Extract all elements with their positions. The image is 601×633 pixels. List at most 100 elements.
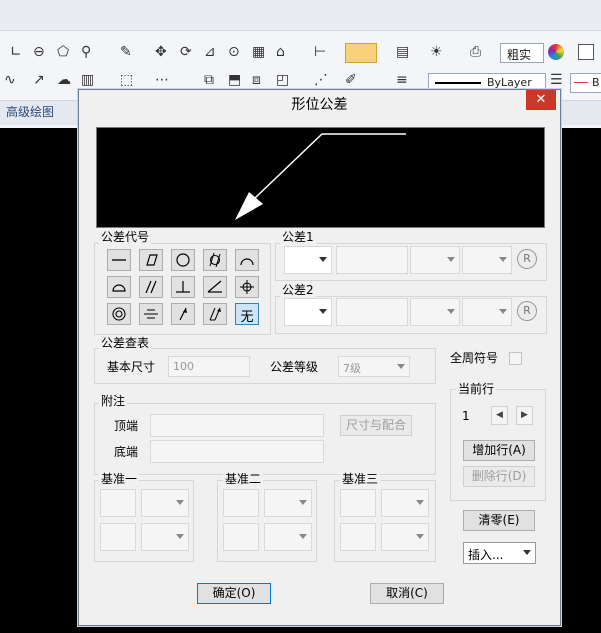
tol1-extra-select[interactable] [462,246,512,274]
total-runout-symbol-button[interactable] [203,303,227,325]
circular-runout-symbol-button[interactable] [171,303,195,325]
datum3-group-label: 基准三 [340,472,381,486]
none-symbol-text: 无 [240,310,254,325]
lightbulb-icon[interactable]: ☀ [430,44,443,60]
rotate-tool-icon[interactable]: ⟳ [180,44,192,60]
linetype-select[interactable]: 粗实 [500,43,544,63]
rectangle-select-icon[interactable]: ⬚ [120,72,133,88]
grade-select[interactable]: 7级 [338,356,410,377]
tol2-diameter-select[interactable] [284,298,332,326]
drawing-area-right[interactable] [560,128,601,633]
angularity-symbol-button[interactable] [203,276,227,298]
ellipse-tool-icon[interactable]: ⊖ [33,44,45,60]
scale-tool-icon[interactable]: ⬒ [228,72,241,88]
position-icon [240,280,254,294]
add-row-button[interactable]: 增加行(A) [463,440,535,461]
datum2-b-select[interactable] [264,523,312,551]
cancel-button[interactable]: 取消(C) [370,583,444,604]
straightness-symbol-button[interactable] [107,249,131,271]
lineweight-list-icon[interactable]: ☰ [550,72,563,88]
flatness-icon [146,254,158,266]
line-profile-symbol-button[interactable] [235,249,259,271]
datum1-b-field[interactable] [100,523,136,551]
user-tool-icon[interactable]: ⚲ [81,44,91,60]
arc-tool-icon[interactable]: ∟ [10,44,22,60]
parallelism-symbol-button[interactable] [139,276,163,298]
top-note-field[interactable] [150,414,324,437]
text-tool-icon[interactable]: ✐ [345,72,357,88]
layer-tool-icon[interactable]: ▤ [396,44,409,60]
datum2-a-select[interactable] [264,489,312,517]
tol2-r-icon[interactable]: R [517,301,537,321]
fit-button[interactable]: 尺寸与配合 [340,415,412,436]
datum1-b-select[interactable] [141,523,189,551]
tol1-diameter-select[interactable] [284,246,332,274]
parallelism-icon [145,280,157,294]
bottom-note-label: 底端 [114,445,139,459]
row-next-button[interactable]: ▶ [516,406,533,425]
flatness-symbol-button[interactable] [139,249,163,271]
close-button[interactable]: ✕ [526,90,556,110]
mirror-tool-icon[interactable]: ⊿ [204,44,216,60]
stretch-tool-icon[interactable]: ⌂ [276,44,285,60]
spline-tool-icon[interactable]: ∿ [4,72,16,88]
ok-button[interactable]: 确定(O) [197,583,271,604]
panel-label-advanced-draw[interactable]: 高级绘图 [6,103,54,120]
array-tool-icon[interactable]: ▦ [252,44,265,60]
brush-tool-icon[interactable]: ✎ [120,44,132,60]
chevron-left-icon: ◀ [496,410,503,420]
offset-tool-icon[interactable]: ⊙ [228,44,240,60]
delete-row-button[interactable]: 删除行(D) [463,466,535,487]
circularity-symbol-button[interactable] [171,249,195,271]
copy-tool-icon[interactable]: ⧉ [204,72,214,88]
lineweight-icon[interactable]: ≡ [396,72,408,88]
datum1-a-select[interactable] [141,489,189,517]
straightness-icon [112,259,126,261]
polygon-tool-icon[interactable]: ⬠ [57,44,69,60]
position-symbol-button[interactable] [235,276,259,298]
fillet-tool-icon[interactable]: ◰ [276,72,289,88]
move-tool-icon[interactable]: ✥ [155,44,167,60]
cylindricity-symbol-button[interactable] [203,249,227,271]
surface-profile-symbol-button[interactable] [107,276,131,298]
datum3-b-select[interactable] [381,523,429,551]
cloud-tool-icon[interactable]: ☁ [57,72,71,88]
concentricity-symbol-button[interactable] [107,303,131,325]
trim-tool-icon[interactable]: ⋯ [155,72,169,88]
datum2-a-field[interactable] [223,489,259,517]
basic-size-field[interactable]: 100 [168,356,250,377]
tol2-extra-select[interactable] [462,298,512,326]
tolerance-tool-button[interactable] [345,43,377,63]
perpendicularity-symbol-button[interactable] [171,276,195,298]
printer-icon[interactable]: ⎙ [470,44,481,60]
all-around-checkbox[interactable] [509,352,522,365]
dimension-tool-icon[interactable]: ⊢ [314,44,326,60]
datum2-b-field[interactable] [223,523,259,551]
tol2-value-field[interactable] [336,298,408,326]
tol1-r-icon[interactable]: R [517,249,537,269]
tol1-value-field[interactable] [336,246,408,274]
tol2-material-select[interactable] [410,298,460,326]
color-wheel-icon[interactable] [548,44,564,60]
row-prev-button[interactable]: ◀ [491,406,508,425]
datum3-a-field[interactable] [340,489,376,517]
datum1-a-field[interactable] [100,489,136,517]
bottom-note-field[interactable] [150,440,324,463]
datum3-a-select[interactable] [381,489,429,517]
color-select[interactable]: B [570,73,601,93]
basic-size-label: 基本尺寸 [107,360,156,374]
dialog-title-bar[interactable]: 形位公差 ✕ [79,90,560,116]
drawing-area-left[interactable] [0,128,78,633]
insert-select[interactable]: 插入... [463,542,536,564]
explode-tool-icon[interactable]: ⧈ [252,72,261,88]
concentricity-icon [112,307,126,321]
clear-button[interactable]: 清零(E) [463,510,535,531]
ray-tool-icon[interactable]: ↗ [33,72,45,88]
leader-tool-icon[interactable]: ⋰ [314,72,328,88]
tol1-material-select[interactable] [410,246,460,274]
color-swatch[interactable] [578,44,594,60]
block-tool-icon[interactable]: ▥ [81,72,94,88]
datum3-b-field[interactable] [340,523,376,551]
symmetry-symbol-button[interactable] [139,303,163,325]
none-symbol-button[interactable]: 无 [235,303,259,325]
